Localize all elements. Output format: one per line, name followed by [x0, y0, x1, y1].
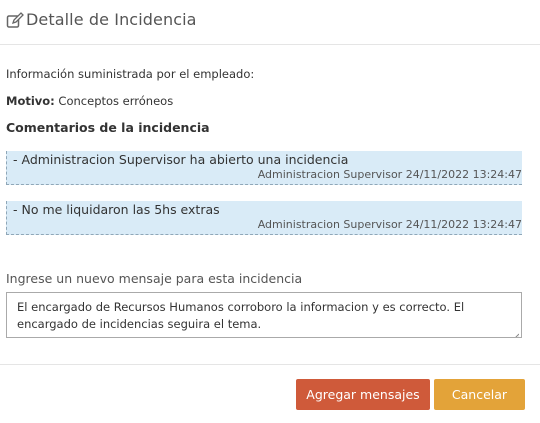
comment-meta: Administracion Supervisor 24/11/2022 13:… — [257, 218, 522, 231]
modal-footer: Agregar mensajes Cancelar — [0, 364, 540, 423]
comment-message: - No me liquidaron las 5hs extras — [13, 202, 220, 217]
comments-title: Comentarios de la incidencia — [6, 120, 210, 135]
comment-item: - Administracion Supervisor ha abierto u… — [6, 151, 522, 185]
comment-meta: Administracion Supervisor 24/11/2022 13:… — [257, 168, 522, 181]
comment-message: - Administracion Supervisor ha abierto u… — [13, 152, 349, 167]
info-text: Información suministrada por el empleado… — [6, 67, 255, 81]
comment-item: - No me liquidaron las 5hs extras Admini… — [6, 201, 522, 235]
resize-handle-icon[interactable] — [512, 328, 520, 337]
add-messages-button[interactable]: Agregar mensajes — [296, 379, 430, 410]
modal-body: Información suministrada por el empleado… — [0, 46, 540, 364]
new-message-label: Ingrese un nuevo mensaje para esta incid… — [6, 271, 303, 286]
modal-header: Detalle de Incidencia — [0, 0, 540, 45]
edit-icon — [6, 12, 24, 30]
motivo-label: Motivo: — [6, 94, 55, 108]
new-message-textarea[interactable]: El encargado de Recursos Humanos corrobo… — [6, 292, 522, 338]
modal-title: Detalle de Incidencia — [26, 10, 197, 29]
cancel-button[interactable]: Cancelar — [434, 379, 525, 410]
motivo-value: Conceptos erróneos — [54, 94, 174, 108]
incident-detail-modal: Detalle de Incidencia Información sumini… — [0, 0, 540, 423]
motivo-line: Motivo: Conceptos erróneos — [6, 94, 173, 108]
new-message-text: El encargado de Recursos Humanos corrobo… — [17, 300, 465, 331]
